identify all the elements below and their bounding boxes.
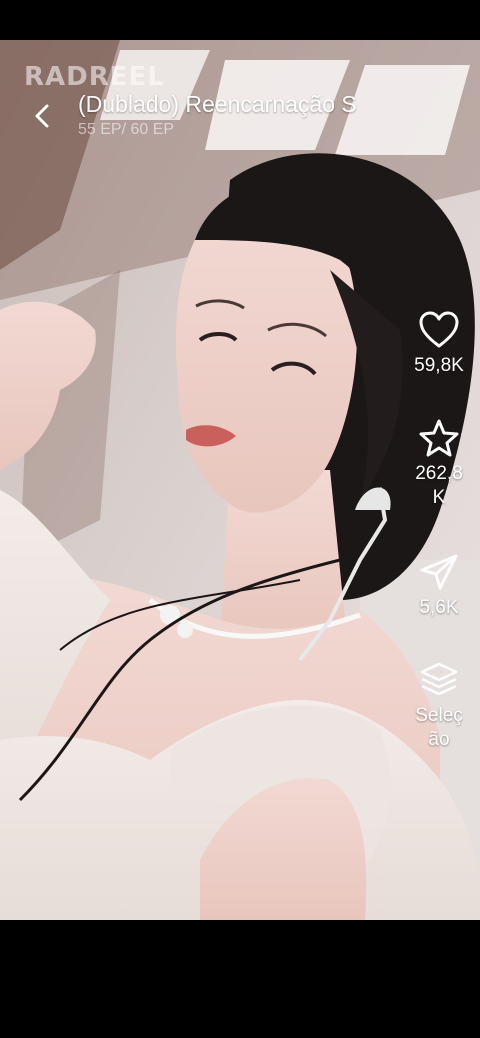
heart-icon — [419, 311, 459, 348]
share-count: 5,6K — [419, 597, 459, 618]
star-icon — [419, 419, 459, 457]
send-icon — [420, 554, 458, 590]
episode-selection-label: Seleç ão — [415, 704, 463, 752]
episode-selection-label-line2: ão — [428, 729, 450, 750]
back-button[interactable] — [26, 98, 58, 134]
share-button[interactable]: 5,6K — [404, 552, 474, 620]
video-header: (Dublado) Reencarnação S 55 EP/ 60 EP — [78, 90, 478, 141]
episode-selection-button[interactable]: Seleç ão — [404, 660, 474, 752]
favorite-count-line2: K — [432, 487, 446, 508]
watermark-logo: RADREEL — [24, 62, 165, 92]
like-count: 59,8K — [414, 355, 464, 376]
app-screen: RADREEL (Dublado) Reencarnação S 55 EP/ … — [0, 0, 480, 1038]
episode-selection-label-line1: Seleç — [415, 705, 463, 726]
favorite-count: 262,8 K — [415, 462, 463, 510]
favorite-count-line1: 262,8 — [415, 463, 463, 484]
chevron-left-icon — [35, 104, 49, 128]
episode-count: 55 EP/ 60 EP — [78, 121, 175, 138]
layers-icon — [420, 662, 458, 696]
favorite-button[interactable]: 262,8 K — [404, 418, 474, 510]
video-title: (Dublado) Reencarnação S — [78, 91, 357, 117]
like-button[interactable]: 59,8K — [404, 310, 474, 378]
